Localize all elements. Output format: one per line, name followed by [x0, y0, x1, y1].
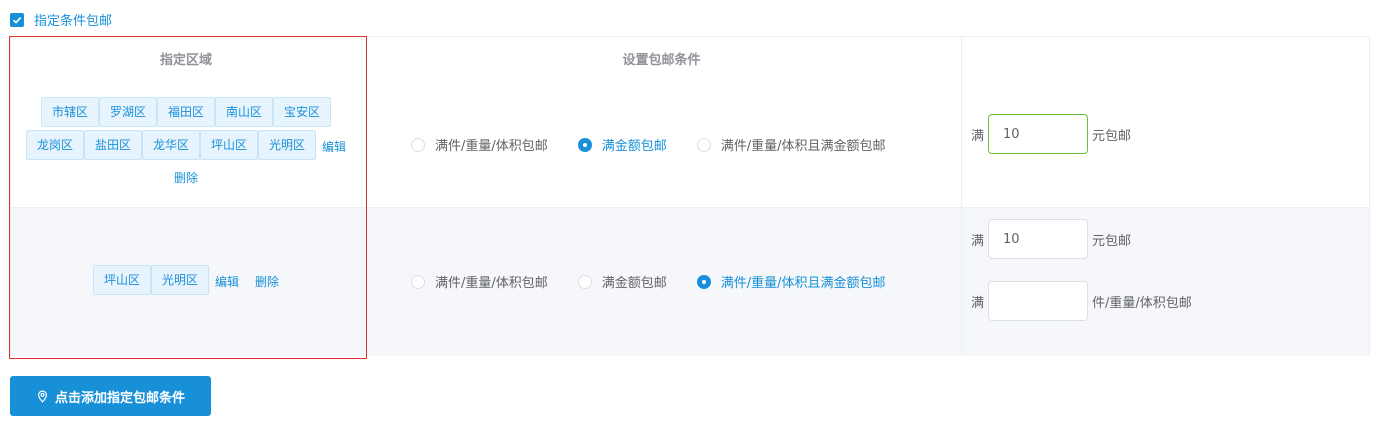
- region-tag[interactable]: 光明区: [150, 265, 209, 295]
- radio-option-quantity[interactable]: 满件/重量/体积包邮: [411, 272, 548, 291]
- region-tag[interactable]: 龙华区: [141, 130, 200, 160]
- shipping-conditions-table: 指定区域 设置包邮条件 市辖区 罗湖区 福田区 南山区 宝安区 龙岗区 盐田区 …: [10, 36, 1370, 356]
- amount-suffix: 元包邮: [1092, 128, 1132, 144]
- table-row: 市辖区 罗湖区 福田区 南山区 宝安区 龙岗区 盐田区 龙华区 坪山区 光明区 …: [11, 85, 1369, 208]
- region-tags: 坪山区 光明区 编辑 删除: [11, 265, 361, 298]
- radio-unchecked-icon[interactable]: [696, 137, 711, 152]
- amount-condition: 满 元包邮: [971, 219, 1131, 259]
- radio-checked-icon[interactable]: [577, 137, 592, 152]
- amount-prefix: 满: [971, 128, 985, 144]
- header-region: 指定区域: [159, 53, 212, 68]
- region-tags: 市辖区 罗湖区 福田区 南山区 宝安区 龙岗区 盐田区 龙华区 坪山区 光明区 …: [11, 97, 361, 193]
- region-tag[interactable]: 盐田区: [83, 130, 142, 160]
- radio-option-amount[interactable]: 满金额包邮: [577, 272, 667, 291]
- radio-option-both[interactable]: 满件/重量/体积且满金额包邮: [696, 272, 886, 291]
- radio-unchecked-icon[interactable]: [411, 137, 425, 152]
- free-shipping-checkbox[interactable]: 指定条件包邮: [10, 10, 112, 29]
- column-divider: [361, 37, 362, 355]
- header-value: [962, 37, 1371, 85]
- quantity-input[interactable]: [988, 281, 1089, 321]
- checkbox-label: 指定条件包邮: [34, 14, 113, 29]
- region-tag[interactable]: 福田区: [156, 97, 215, 127]
- radio-checked-icon[interactable]: [696, 274, 711, 289]
- location-pin-icon: [37, 390, 47, 403]
- amount-condition: 满 元包邮: [971, 114, 1131, 154]
- radio-unchecked-icon[interactable]: [411, 274, 425, 289]
- region-tag[interactable]: 南山区: [215, 97, 274, 127]
- region-tag[interactable]: 市辖区: [40, 97, 99, 127]
- radio-option-both[interactable]: 满件/重量/体积且满金额包邮: [696, 135, 886, 154]
- table-header: 指定区域 设置包邮条件: [11, 37, 1369, 86]
- amount-input[interactable]: [988, 114, 1089, 154]
- add-condition-label: 点击添加指定包邮条件: [54, 390, 185, 406]
- quantity-suffix: 件/重量/体积包邮: [1092, 295, 1192, 311]
- amount-prefix: 满: [971, 233, 985, 249]
- quantity-condition: 满 件/重量/体积包邮: [971, 281, 1192, 321]
- region-tag[interactable]: 光明区: [258, 130, 317, 160]
- header-condition: 设置包邮条件: [622, 53, 701, 68]
- add-condition-button[interactable]: 点击添加指定包邮条件: [10, 376, 211, 416]
- radio-option-amount[interactable]: 满金额包邮: [577, 135, 667, 154]
- radio-option-quantity[interactable]: 满件/重量/体积包邮: [411, 135, 548, 154]
- region-tag[interactable]: 坪山区: [92, 265, 151, 295]
- amount-suffix: 元包邮: [1092, 233, 1132, 249]
- column-divider: [961, 37, 962, 355]
- delete-link[interactable]: 删除: [255, 267, 279, 297]
- region-tag[interactable]: 坪山区: [200, 130, 259, 160]
- region-tag[interactable]: 龙岗区: [25, 130, 84, 160]
- condition-radio-group: 满件/重量/体积包邮 满金额包邮 满件/重量/体积且满金额包邮: [411, 272, 916, 291]
- region-tag[interactable]: 宝安区: [273, 97, 332, 127]
- edit-link[interactable]: 编辑: [215, 267, 239, 297]
- condition-radio-group: 满件/重量/体积包邮 满金额包邮 满件/重量/体积且满金额包邮: [411, 135, 916, 154]
- edit-link[interactable]: 编辑: [322, 132, 346, 162]
- delete-link[interactable]: 删除: [174, 171, 198, 185]
- radio-unchecked-icon[interactable]: [577, 274, 592, 289]
- table-row: 坪山区 光明区 编辑 删除 满件/重量/体积包邮 满金额包邮 满件/重量/体积且…: [11, 208, 1369, 356]
- checkbox-checked-icon[interactable]: [10, 12, 24, 27]
- quantity-prefix: 满: [971, 295, 985, 311]
- amount-input[interactable]: [988, 219, 1089, 259]
- region-tag[interactable]: 罗湖区: [98, 97, 157, 127]
